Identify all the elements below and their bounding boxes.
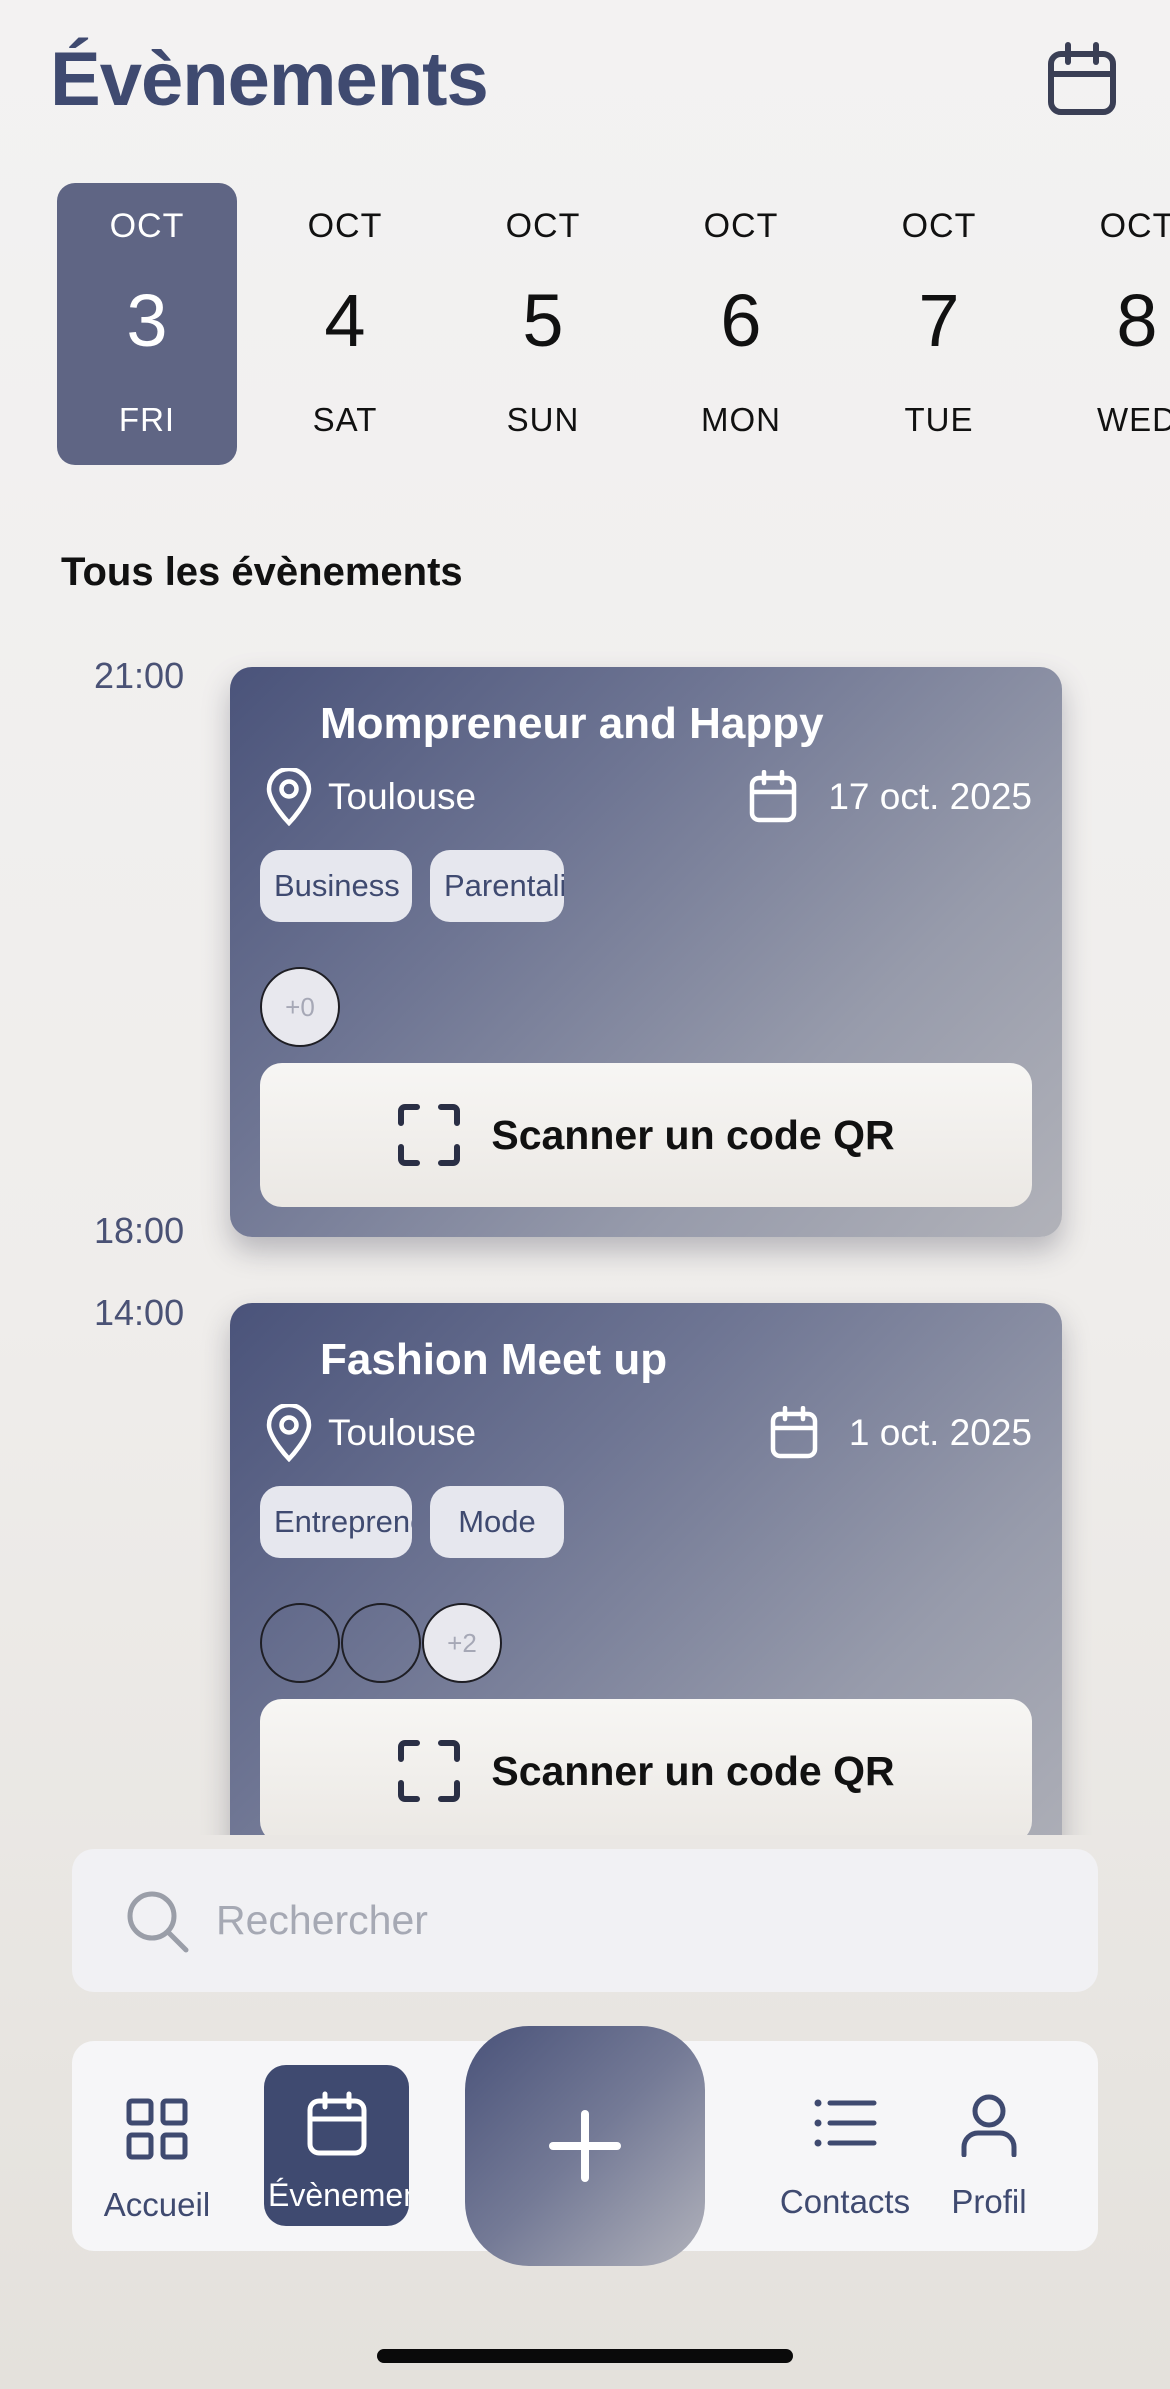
avatar (341, 1603, 421, 1683)
event-date: 17 oct. 2025 (748, 767, 1032, 827)
nav-label: Contacts (779, 2183, 911, 2220)
event-attendees: +2 (260, 1603, 502, 1683)
date-month: OCT (901, 207, 977, 245)
date-day: 5 (522, 279, 564, 362)
scan-qr-button[interactable]: Scanner un code QR (260, 1699, 1032, 1835)
date-day: 4 (324, 279, 366, 362)
date-day: 3 (126, 279, 168, 362)
date-month: OCT (703, 207, 779, 245)
search-bar[interactable] (72, 1849, 1098, 1992)
time-label: 21:00 (94, 655, 185, 696)
event-tags: Entrepreneuriat Mode (260, 1486, 564, 1558)
nav-item-contacts[interactable]: Contacts (770, 2041, 920, 2251)
home-indicator (377, 2349, 793, 2363)
location-pin-icon (266, 1404, 312, 1462)
section-title: Tous les évènements (61, 550, 463, 594)
date-item-oct-3[interactable]: OCT 3 FRI (57, 183, 237, 465)
list-icon (814, 2099, 877, 2147)
date-weekday: TUE (904, 401, 974, 438)
nav-item-profil[interactable]: Profil (934, 2041, 1044, 2251)
event-tags: Business Parentalité (260, 850, 564, 922)
date-month: OCT (307, 207, 383, 245)
event-tag: Entrepreneuriat (260, 1486, 412, 1558)
date-item-oct-7[interactable]: OCT 7 TUE (849, 183, 1029, 465)
event-location-text: Toulouse (328, 776, 477, 817)
date-month: OCT (109, 207, 185, 245)
event-location: Toulouse (264, 767, 476, 827)
grid-icon (126, 2098, 188, 2160)
add-event-button[interactable] (465, 2026, 705, 2266)
location-pin-icon (266, 768, 312, 826)
time-label: 18:00 (94, 1210, 185, 1251)
date-day: 8 (1116, 279, 1158, 362)
date-weekday: SUN (506, 401, 580, 438)
scan-qr-label: Scanner un code QR (491, 1747, 895, 1794)
date-strip: OCT 3 FRI OCT 4 SAT OCT 5 SUN OCT 6 MON … (0, 183, 1170, 467)
event-tag: Business (260, 850, 412, 922)
date-item-oct-6[interactable]: OCT 6 MON (651, 183, 831, 465)
nav-label: Accueil (103, 2186, 211, 2223)
event-location: Toulouse (264, 1403, 476, 1463)
date-item-oct-5[interactable]: OCT 5 SUN (453, 183, 633, 465)
date-month: OCT (505, 207, 581, 245)
event-location-text: Toulouse (328, 1412, 477, 1453)
date-weekday: SAT (312, 401, 378, 438)
nav-label: Profil (951, 2183, 1027, 2220)
event-card[interactable]: Fashion Meet up Toulouse 1 oct. 2025 Ent… (230, 1303, 1062, 1835)
nav-item-evenements[interactable]: Évènements (264, 2065, 409, 2226)
event-tag: Mode (430, 1486, 564, 1558)
search-icon (127, 1891, 189, 1952)
event-title: Fashion Meet up (320, 1335, 668, 1384)
calendar-icon (307, 2091, 366, 2156)
user-icon (961, 2094, 1017, 2157)
search-input[interactable] (216, 1897, 1016, 1944)
nav-label: Évènements (268, 2177, 409, 2213)
qr-scan-icon (398, 1104, 461, 1166)
scan-qr-button[interactable]: Scanner un code QR (260, 1063, 1032, 1207)
event-card[interactable]: Mompreneur and Happy Toulouse 17 oct. 20… (230, 667, 1062, 1237)
event-tag: Parentalité (430, 850, 564, 922)
event-date-text: 1 oct. 2025 (848, 1412, 1032, 1453)
attendees-more-count: +2 (422, 1603, 502, 1683)
calendar-icon (1048, 42, 1116, 115)
date-month: OCT (1099, 207, 1170, 245)
page-title: Évènements (50, 37, 489, 122)
scan-qr-label: Scanner un code QR (491, 1111, 895, 1158)
event-date-text: 17 oct. 2025 (828, 776, 1032, 817)
header: Évènements (0, 0, 1170, 170)
date-day: 7 (918, 279, 960, 362)
plus-icon (549, 2110, 621, 2182)
event-date: 1 oct. 2025 (769, 1403, 1032, 1463)
avatar (260, 1603, 340, 1683)
date-weekday: WED (1097, 401, 1170, 438)
nav-item-accueil[interactable]: Accueil (92, 2041, 222, 2251)
qr-scan-icon (398, 1740, 461, 1802)
event-title: Mompreneur and Happy (320, 699, 824, 748)
event-timeline: 21:00 18:00 14:00 Mompreneur and Happy T… (0, 615, 1170, 1835)
attendees-more-count: +0 (260, 967, 340, 1047)
date-item-oct-4[interactable]: OCT 4 SAT (255, 183, 435, 465)
event-attendees: +0 (260, 967, 340, 1047)
calendar-button[interactable] (1046, 42, 1118, 118)
time-label: 14:00 (94, 1292, 185, 1333)
date-weekday: FRI (118, 401, 176, 438)
date-weekday: MON (701, 401, 781, 438)
date-item-oct-8[interactable]: OCT 8 WED (1047, 183, 1170, 465)
calendar-icon (770, 1406, 818, 1459)
date-day: 6 (720, 279, 762, 362)
calendar-icon (750, 770, 797, 823)
